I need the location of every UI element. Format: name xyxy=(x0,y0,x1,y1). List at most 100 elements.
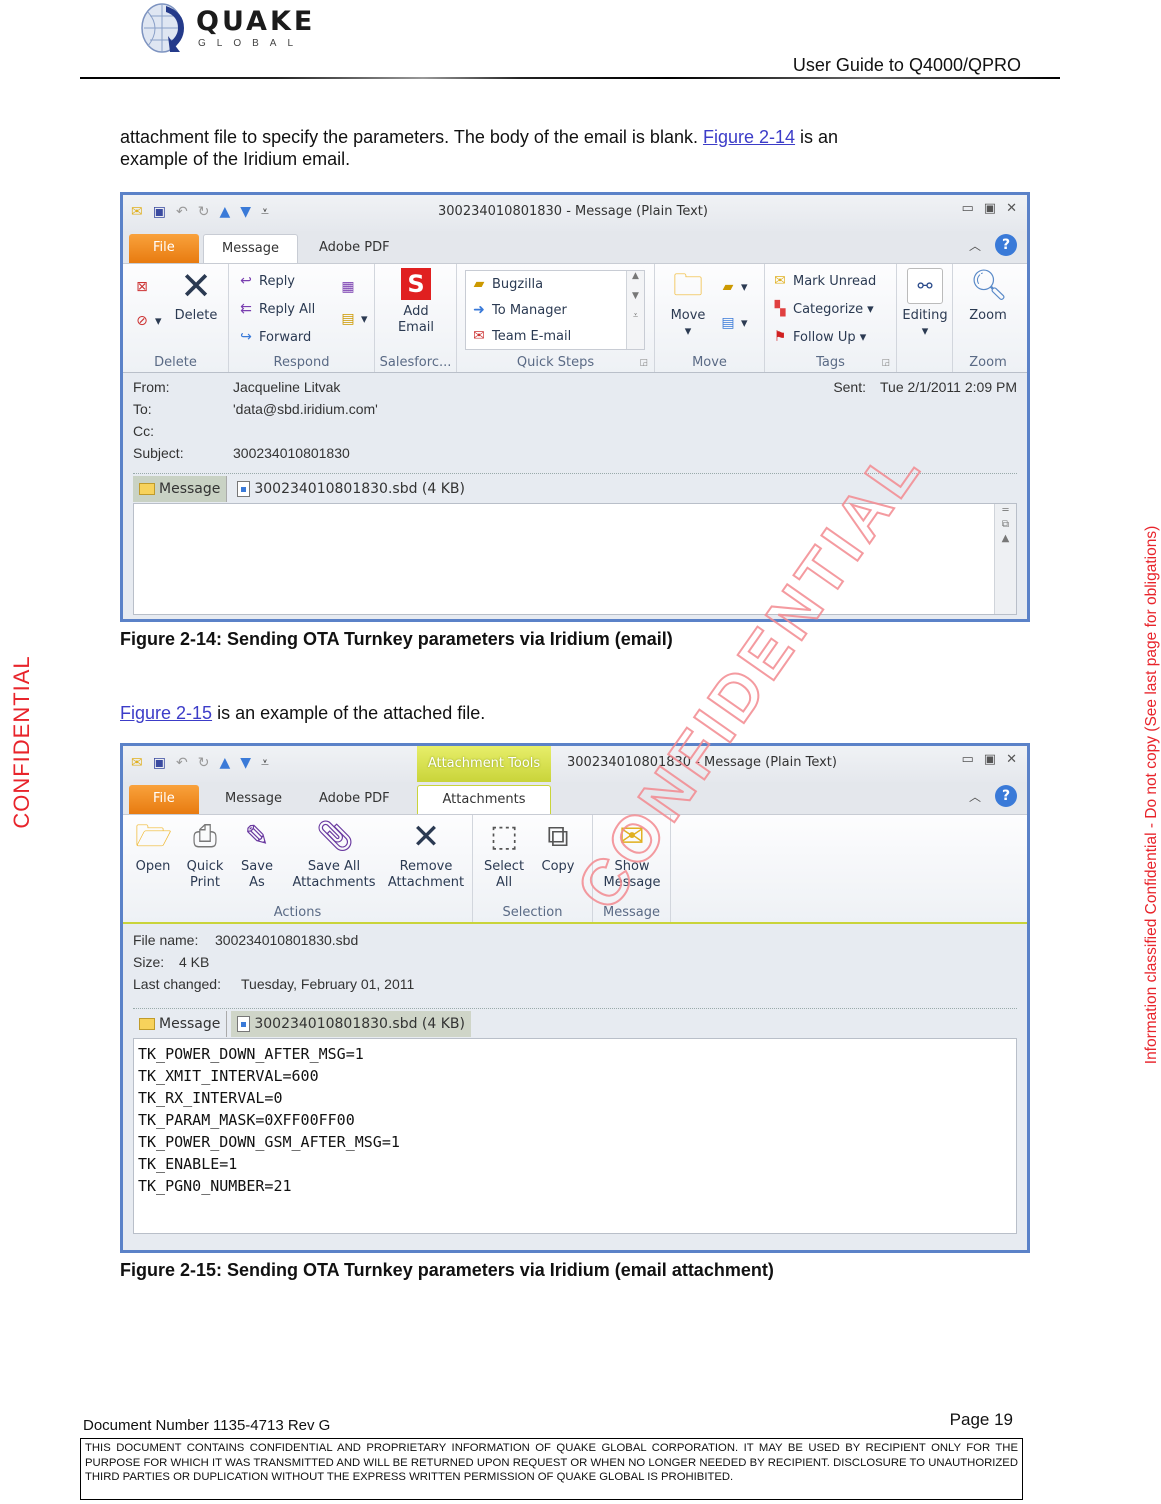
follow-up-button[interactable]: ⚑ Follow Up ▾ xyxy=(771,328,867,346)
title-bar: ✉ ▣ ↶ ↻ ▲ ▼ ⩡ 300234010801830 - Message … xyxy=(123,195,1027,231)
save-icon[interactable]: ▣ xyxy=(153,754,166,772)
delete-button[interactable]: ✕ Delete xyxy=(171,267,221,324)
intro-line-2: example of the Iridium email. xyxy=(120,149,351,169)
maximize-icon[interactable]: ▣ xyxy=(984,201,996,216)
tab-message[interactable]: Message xyxy=(203,234,298,263)
quick-step-bugzilla[interactable]: ▰ Bugzilla xyxy=(470,275,543,293)
help-icon[interactable]: ? xyxy=(995,234,1017,256)
ribbon-group-salesforce: S Add Email Salesforc... xyxy=(375,264,457,372)
figure-2-15-intro: Figure 2-15 is an example of the attache… xyxy=(120,702,485,724)
redo-icon[interactable]: ↻ xyxy=(198,203,210,221)
move-button[interactable]: 🗀 Move ▾ xyxy=(663,268,713,340)
subject-value: 300234010801830 xyxy=(233,445,350,461)
attachment-file-button[interactable]: 300234010801830.sbd (4 KB) xyxy=(231,476,471,502)
select-all-button[interactable]: ⬚ Select All xyxy=(481,819,527,891)
copy-button[interactable]: ⧉ Copy xyxy=(535,819,581,875)
message-view-button[interactable]: Message xyxy=(133,1010,228,1037)
quick-access-toolbar: ✉ ▣ ↶ ↻ ▲ ▼ ⩡ xyxy=(131,754,269,772)
rules-button[interactable]: ▰ ▾ xyxy=(719,278,748,296)
tab-file[interactable]: File xyxy=(129,785,199,814)
message-view-label: Message xyxy=(159,1015,221,1032)
minimize-icon[interactable]: ▭ xyxy=(962,201,974,216)
last-changed-label: Last changed: xyxy=(133,976,221,992)
save-as-label: Save As xyxy=(241,859,273,890)
ribbon-group-editing: ⚯ Editing ▾ xyxy=(897,264,953,372)
mark-unread-button[interactable]: ✉ Mark Unread xyxy=(771,272,876,290)
save-icon[interactable]: ▣ xyxy=(153,203,166,221)
close-icon[interactable]: ✕ xyxy=(1006,201,1017,216)
show-message-button[interactable]: ✉ Show Message xyxy=(597,819,667,891)
attachment-tools-context-tab: Attachment Tools xyxy=(417,746,551,782)
next-item-icon[interactable]: ▼ xyxy=(240,754,251,772)
undo-icon[interactable]: ↶ xyxy=(176,754,188,772)
zoom-button[interactable]: 🔍︎ Zoom xyxy=(957,268,1019,324)
redo-icon[interactable]: ↻ xyxy=(198,754,210,772)
customize-toolbar-icon[interactable]: ⩡ xyxy=(261,754,269,772)
message-view-button[interactable]: Message xyxy=(133,475,228,502)
ribbon-tabs: File Message Adobe PDF Attachments ︿ ? xyxy=(123,782,1027,814)
remove-attachment-button[interactable]: ✕ Remove Attachment xyxy=(385,819,467,891)
attachment-file-content[interactable]: TK_POWER_DOWN_AFTER_MSG=1 TK_XMIT_INTERVA… xyxy=(134,1039,1016,1201)
figure-2-15-link[interactable]: Figure 2-15 xyxy=(120,703,212,723)
previous-item-icon[interactable]: ▲ xyxy=(219,754,230,772)
tab-attachments[interactable]: Attachments xyxy=(417,785,551,814)
editing-button[interactable]: ⚯ Editing ▾ xyxy=(899,268,951,340)
move-folder-icon: 🗀 xyxy=(673,268,703,303)
tab-adobe-pdf[interactable]: Adobe PDF xyxy=(301,785,408,814)
quick-step-team-email[interactable]: ✉ Team E-mail xyxy=(470,327,571,345)
group-label: Delete xyxy=(154,355,197,370)
add-email-button[interactable]: S Add Email xyxy=(385,268,447,336)
tab-file[interactable]: File xyxy=(129,234,199,263)
message-view-label: Message xyxy=(159,480,221,497)
vertical-scrollbar[interactable]: ═ ⧉ ▲ xyxy=(994,504,1016,614)
save-all-label: Save All Attachments xyxy=(292,859,376,890)
meeting-button[interactable]: ▦ xyxy=(339,278,357,296)
globe-logo-icon xyxy=(141,3,184,53)
minimize-icon[interactable]: ▭ xyxy=(962,752,974,767)
group-label: Selection xyxy=(502,905,563,920)
attachment-file-button[interactable]: 300234010801830.sbd (4 KB) xyxy=(231,1010,472,1037)
undo-icon[interactable]: ↶ xyxy=(176,203,188,221)
file-icon xyxy=(237,480,251,497)
previous-item-icon[interactable]: ▲ xyxy=(219,203,230,221)
forward-label: Forward xyxy=(259,329,312,345)
quick-print-button[interactable]: ⎙ Quick Print xyxy=(183,819,227,891)
collapse-ribbon-icon[interactable]: ︿ xyxy=(969,788,981,805)
reply-button[interactable]: ↩ Reply xyxy=(237,272,295,290)
file-content-line: TK_POWER_DOWN_GSM_AFTER_MSG=1 xyxy=(138,1133,400,1151)
help-icon[interactable]: ? xyxy=(995,785,1017,807)
show-message-label: Show Message xyxy=(603,859,661,890)
tab-adobe-pdf[interactable]: Adobe PDF xyxy=(301,234,408,263)
group-label: Quick Steps xyxy=(516,355,595,370)
attachment-preview[interactable]: TK_POWER_DOWN_AFTER_MSG=1 TK_XMIT_INTERVA… xyxy=(133,1038,1017,1234)
categorize-button[interactable]: ▚ Categorize ▾ xyxy=(771,300,874,318)
forward-button[interactable]: ↪ Forward xyxy=(237,328,311,346)
cc-label: Cc: xyxy=(133,423,154,439)
save-all-attachments-button[interactable]: 📎︎ Save All Attachments xyxy=(289,819,379,891)
next-item-icon[interactable]: ▼ xyxy=(240,203,251,221)
ignore-button[interactable]: ⊠ xyxy=(133,278,151,296)
maximize-icon[interactable]: ▣ xyxy=(984,752,996,767)
tab-message[interactable]: Message xyxy=(207,785,300,814)
quick-steps-gallery: ▰ Bugzilla ➜ To Manager ✉ Team E-mail ▲ ▼ ⩡ xyxy=(465,270,645,350)
message-body[interactable]: ═ ⧉ ▲ xyxy=(133,503,1017,615)
envelope-icon: ✉ xyxy=(131,755,143,771)
more-respond-button[interactable]: ▤ ▾ xyxy=(339,310,367,328)
from-value[interactable]: Jacqueline Litvak xyxy=(233,379,340,401)
reply-all-button[interactable]: ⇇ Reply All xyxy=(237,300,315,318)
close-icon[interactable]: ✕ xyxy=(1006,752,1017,767)
open-button[interactable]: 🗁 Open xyxy=(131,819,175,875)
customize-toolbar-icon[interactable]: ⩡ xyxy=(261,203,269,221)
save-as-button[interactable]: ✎ Save As xyxy=(237,819,277,891)
quick-steps-scrollbar[interactable]: ▲ ▼ ⩡ xyxy=(626,271,644,349)
to-value[interactable]: 'data@sbd.iridium.com' xyxy=(233,401,378,423)
quick-step-to-manager[interactable]: ➜ To Manager xyxy=(470,301,567,319)
figure-2-14-link[interactable]: Figure 2-14 xyxy=(703,127,795,147)
junk-button[interactable]: ⊘ ▾ xyxy=(133,312,161,330)
actions-icon: ▤ xyxy=(721,315,735,331)
show-message-icon: ✉ xyxy=(619,819,645,854)
collapse-ribbon-icon[interactable]: ︿ xyxy=(969,237,981,254)
actions-button[interactable]: ▤ ▾ xyxy=(719,314,747,332)
remove-label: Remove Attachment xyxy=(387,859,465,890)
ribbon: ⊠ ⊘ ▾ ✕ Delete Delete ↩ Reply ⇇ Reply All ↪… xyxy=(123,263,1027,373)
